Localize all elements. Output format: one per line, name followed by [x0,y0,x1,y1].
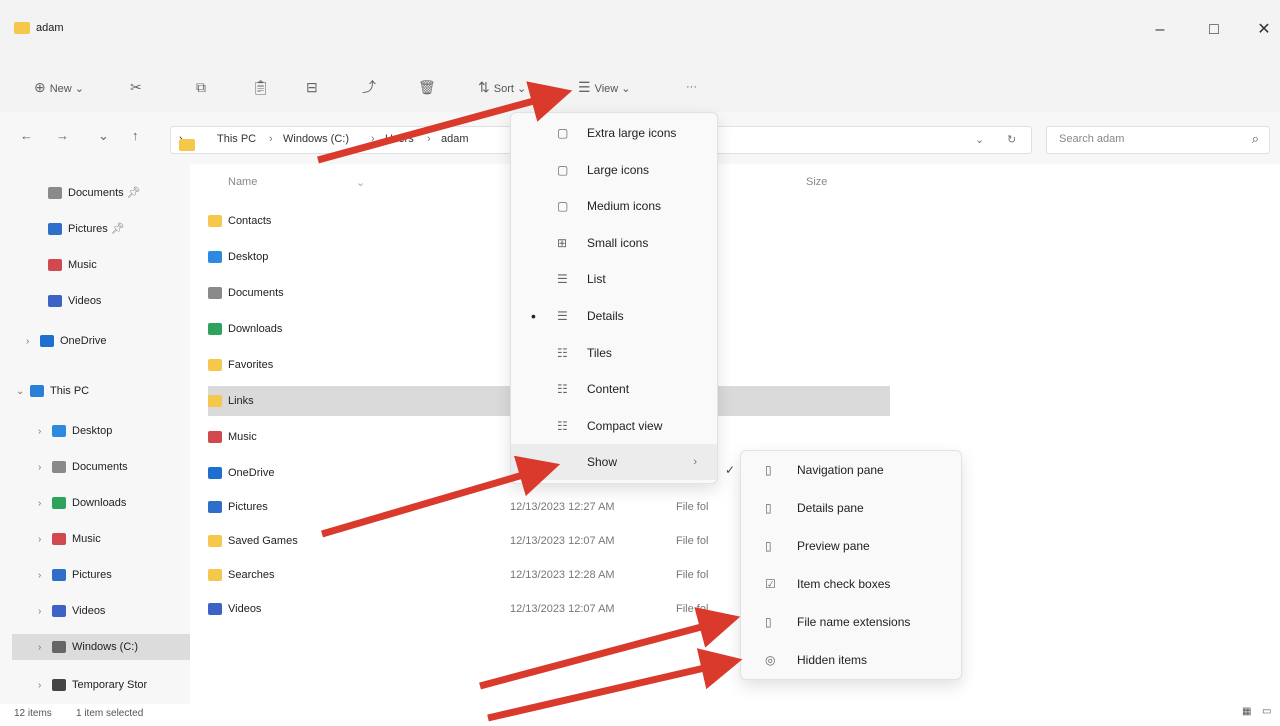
annotation-arrows [317,81,743,722]
arrow-to-show [321,455,561,538]
arrow-to-view [317,81,573,164]
arrow-to-extensions [479,607,741,690]
